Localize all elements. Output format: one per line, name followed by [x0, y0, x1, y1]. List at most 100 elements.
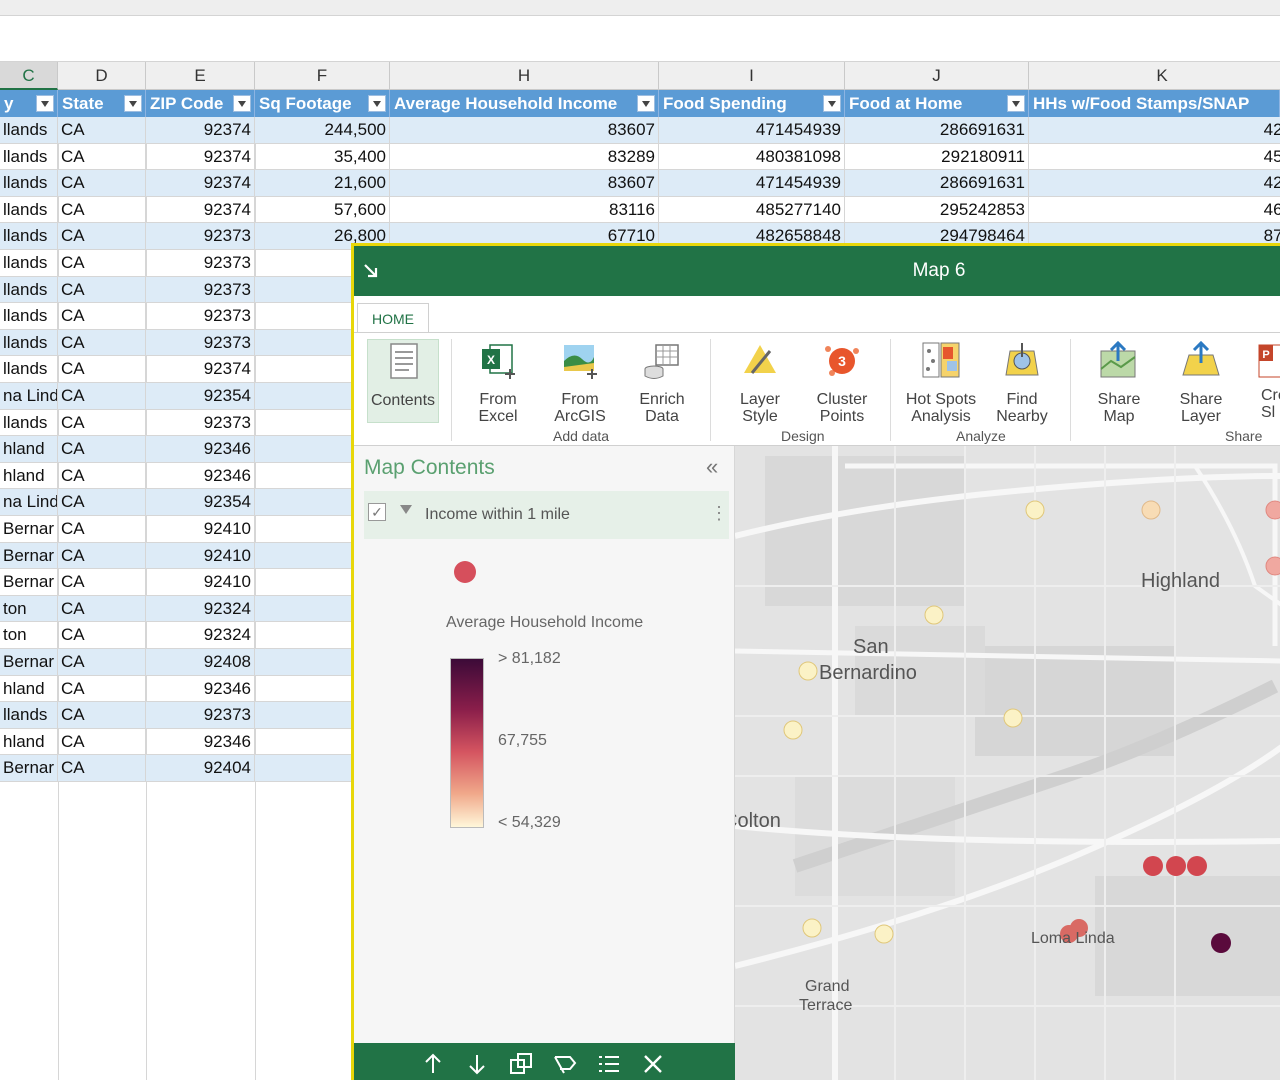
- table-cell-city[interactable]: hland: [0, 436, 58, 463]
- table-cell-income[interactable]: 83607: [390, 117, 659, 144]
- table-cell-city[interactable]: Bernar: [0, 755, 58, 782]
- table-cell-city[interactable]: llands: [0, 143, 58, 171]
- layer-style-button[interactable]: Layer Style: [724, 339, 796, 425]
- table-cell-income[interactable]: 83289: [390, 143, 659, 171]
- layer-options-icon[interactable]: ⋮: [710, 503, 728, 524]
- table-cell-state[interactable]: CA: [58, 569, 146, 596]
- table-cell-zip[interactable]: 92410: [146, 516, 255, 543]
- filter-dropdown-icon[interactable]: [233, 95, 251, 112]
- table-cell-state[interactable]: CA: [58, 436, 146, 463]
- table-cell-state[interactable]: CA: [58, 462, 146, 490]
- table-cell-state[interactable]: CA: [58, 622, 146, 649]
- table-cell-city[interactable]: llands: [0, 702, 58, 729]
- table-cell-home[interactable]: 286691631: [845, 117, 1029, 144]
- filter-dropdown-icon[interactable]: [124, 95, 142, 112]
- layer-row[interactable]: ✓ Income within 1 mile ⋮: [364, 491, 729, 539]
- share-layer-button[interactable]: Share Layer: [1165, 339, 1237, 425]
- table-cell-food[interactable]: 471454939: [659, 117, 845, 144]
- table-cell-state[interactable]: CA: [58, 223, 146, 250]
- formula-bar[interactable]: [0, 16, 1280, 62]
- hot-spots-button[interactable]: Hot Spots Analysis: [902, 339, 980, 425]
- tab-home[interactable]: HOME: [357, 303, 429, 333]
- table-cell-sqft[interactable]: 244,500: [255, 117, 390, 144]
- table-cell-zip[interactable]: 92410: [146, 542, 255, 570]
- table-cell-snap[interactable]: 465: [1029, 197, 1280, 224]
- table-cell-state[interactable]: CA: [58, 595, 146, 623]
- table-cell-state[interactable]: CA: [58, 649, 146, 676]
- table-cell-zip[interactable]: 92373: [146, 329, 255, 357]
- share-map-button[interactable]: Share Map: [1083, 339, 1155, 425]
- table-cell-sqft[interactable]: 21,600: [255, 170, 390, 197]
- table-cell-state[interactable]: CA: [58, 409, 146, 437]
- table-cell-income[interactable]: 83116: [390, 196, 659, 224]
- table-cell-city[interactable]: hland: [0, 462, 58, 490]
- find-nearby-button[interactable]: Find Nearby: [986, 339, 1058, 425]
- table-cell-city[interactable]: Bernar: [0, 649, 58, 676]
- enrich-data-button[interactable]: Enrich Data: [626, 339, 698, 425]
- table-cell-city[interactable]: llands: [0, 409, 58, 437]
- table-cell-state[interactable]: CA: [58, 356, 146, 383]
- table-cell-state[interactable]: CA: [58, 489, 146, 516]
- table-cell-city[interactable]: llands: [0, 117, 58, 144]
- contents-button[interactable]: Contents: [367, 339, 439, 423]
- table-cell-city[interactable]: ton: [0, 622, 58, 649]
- table-cell-home[interactable]: 292180911: [845, 143, 1029, 171]
- layer-visibility-checkbox[interactable]: ✓: [368, 503, 386, 521]
- table-cell-home[interactable]: 286691631: [845, 170, 1029, 197]
- table-cell-city[interactable]: llands: [0, 196, 58, 224]
- table-cell-snap[interactable]: 425: [1029, 117, 1280, 144]
- table-cell-zip[interactable]: 92373: [146, 250, 255, 277]
- zoom-to-layer-icon[interactable]: [508, 1051, 534, 1077]
- table-cell-city[interactable]: llands: [0, 303, 58, 330]
- table-cell-state[interactable]: CA: [58, 196, 146, 224]
- table-cell-city[interactable]: llands: [0, 250, 58, 277]
- label-layer-icon[interactable]: [552, 1051, 578, 1077]
- from-excel-button[interactable]: X From Excel: [462, 339, 534, 425]
- column-letter[interactable]: C: [0, 62, 58, 90]
- table-cell-state[interactable]: CA: [58, 143, 146, 171]
- table-cell-zip[interactable]: 92410: [146, 569, 255, 596]
- table-cell-city[interactable]: llands: [0, 329, 58, 357]
- table-cell-snap[interactable]: 453: [1029, 144, 1280, 171]
- table-cell-state[interactable]: CA: [58, 276, 146, 304]
- table-cell-state[interactable]: CA: [58, 329, 146, 357]
- table-cell-zip[interactable]: 92346: [146, 436, 255, 463]
- table-cell-zip[interactable]: 92404: [146, 755, 255, 782]
- table-cell-zip[interactable]: 92324: [146, 595, 255, 623]
- filter-dropdown-icon[interactable]: [36, 95, 54, 112]
- expand-layer-icon[interactable]: [400, 505, 412, 514]
- table-cell-zip[interactable]: 92374: [146, 143, 255, 171]
- create-slide-button[interactable]: P CreSl: [1247, 339, 1280, 423]
- table-cell-zip[interactable]: 92373: [146, 303, 255, 330]
- table-cell-city[interactable]: Bernar: [0, 542, 58, 570]
- column-letter[interactable]: K: [1029, 62, 1280, 90]
- remove-layer-icon[interactable]: [640, 1051, 666, 1077]
- table-cell-city[interactable]: llands: [0, 170, 58, 197]
- table-cell-zip[interactable]: 92354: [146, 383, 255, 410]
- table-cell-state[interactable]: CA: [58, 383, 146, 410]
- table-cell-home[interactable]: 295242853: [845, 196, 1029, 224]
- table-cell-zip[interactable]: 92408: [146, 649, 255, 676]
- table-cell-city[interactable]: llands: [0, 276, 58, 304]
- attribute-list-icon[interactable]: [596, 1051, 622, 1077]
- table-cell-zip[interactable]: 92374: [146, 170, 255, 197]
- table-cell-city[interactable]: Bernar: [0, 569, 58, 596]
- table-cell-state[interactable]: CA: [58, 303, 146, 330]
- table-cell-state[interactable]: CA: [58, 675, 146, 703]
- table-cell-state[interactable]: CA: [58, 702, 146, 729]
- table-cell-snap[interactable]: 425: [1029, 170, 1280, 197]
- cluster-points-button[interactable]: 3 Cluster Points: [806, 339, 878, 425]
- table-cell-zip[interactable]: 92374: [146, 117, 255, 144]
- table-cell-food[interactable]: 480381098: [659, 143, 845, 171]
- column-letter[interactable]: E: [146, 62, 255, 90]
- table-cell-state[interactable]: CA: [58, 516, 146, 543]
- table-cell-city[interactable]: Bernar: [0, 516, 58, 543]
- column-letter[interactable]: J: [845, 62, 1029, 90]
- move-down-icon[interactable]: [464, 1051, 490, 1077]
- filter-dropdown-icon[interactable]: [823, 95, 841, 112]
- filter-dropdown-icon[interactable]: [368, 95, 386, 112]
- table-cell-zip[interactable]: 92373: [146, 409, 255, 437]
- table-cell-city[interactable]: ton: [0, 595, 58, 623]
- move-up-icon[interactable]: [420, 1051, 446, 1077]
- table-cell-city[interactable]: na Lind: [0, 489, 58, 516]
